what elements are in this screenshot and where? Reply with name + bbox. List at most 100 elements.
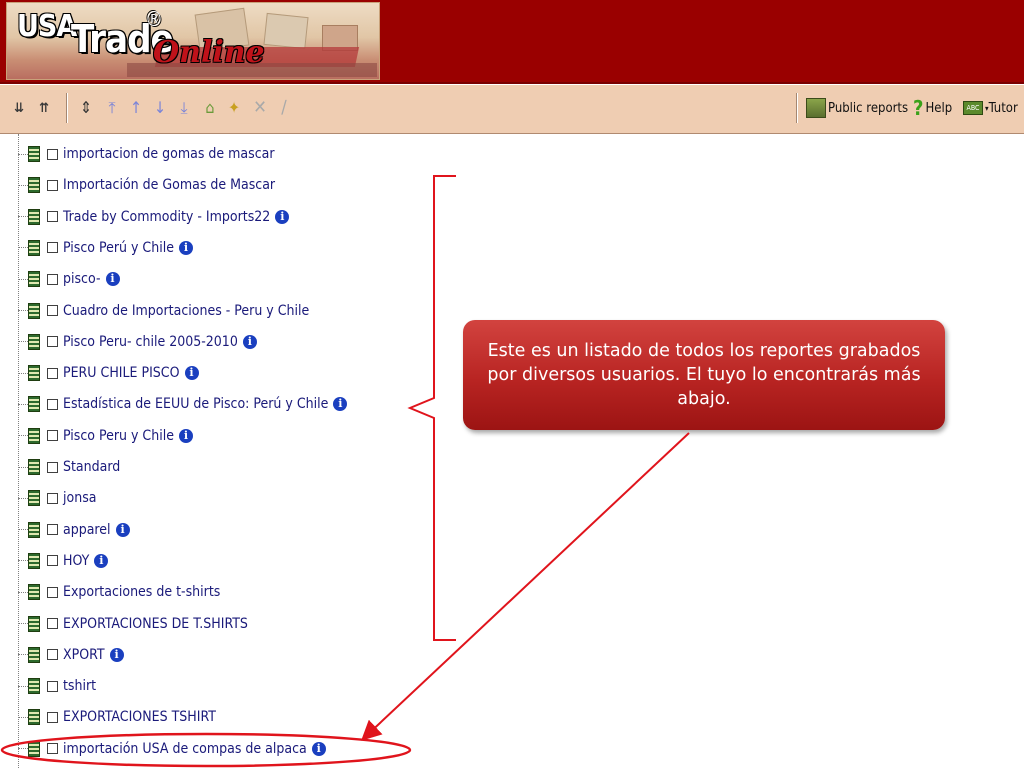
report-row[interactable]: jonsa bbox=[18, 488, 96, 508]
report-checkbox[interactable] bbox=[47, 618, 58, 629]
logo-online-text: Online bbox=[153, 35, 265, 70]
move-down-icon[interactable]: ↓ bbox=[150, 97, 170, 119]
report-row[interactable]: EXPORTACIONES TSHIRT bbox=[18, 707, 216, 727]
report-label[interactable]: apparel bbox=[63, 522, 111, 538]
report-label[interactable]: tshirt bbox=[63, 678, 96, 694]
report-label[interactable]: Cuadro de Importaciones - Peru y Chile bbox=[63, 303, 309, 319]
info-icon[interactable]: i bbox=[94, 553, 109, 568]
delete-icon[interactable]: ✕ bbox=[250, 97, 270, 119]
report-row[interactable]: XPORT i bbox=[18, 645, 124, 665]
report-label[interactable]: Exportaciones de t-shirts bbox=[63, 584, 220, 600]
report-checkbox[interactable] bbox=[47, 711, 58, 723]
report-checkbox[interactable] bbox=[47, 461, 58, 473]
report-label[interactable]: Standard bbox=[63, 459, 120, 475]
info-icon[interactable]: i bbox=[275, 209, 290, 224]
report-label[interactable]: EXPORTACIONES DE T.SHIRTS bbox=[63, 616, 248, 632]
info-icon[interactable]: i bbox=[115, 522, 130, 537]
report-label[interactable]: Estadística de EEUU de Pisco: Perú y Chi… bbox=[63, 396, 328, 412]
info-icon[interactable]: i bbox=[178, 428, 193, 443]
move-to-bottom-icon[interactable]: ⤓ bbox=[174, 97, 194, 119]
report-label[interactable]: Pisco Perú y Chile bbox=[63, 240, 174, 256]
move-to-top-icon[interactable]: ⤒ bbox=[102, 97, 122, 119]
collapse-all-icon[interactable]: ⇈ bbox=[34, 97, 54, 119]
tree-connector bbox=[18, 184, 28, 186]
tutorial-link[interactable]: ABC ▾ Tutor bbox=[963, 97, 1018, 119]
report-row[interactable]: importacion de gomas de mascar bbox=[18, 144, 275, 164]
report-label[interactable]: Pisco Peru- chile 2005-2010 bbox=[63, 334, 238, 350]
report-row[interactable]: tshirt bbox=[18, 676, 96, 696]
info-icon[interactable]: i bbox=[184, 366, 199, 381]
report-label[interactable]: importación USA de compas de alpaca bbox=[63, 741, 307, 757]
tree-connector bbox=[18, 435, 28, 437]
report-checkbox[interactable] bbox=[47, 305, 58, 316]
report-checkbox[interactable] bbox=[47, 242, 58, 254]
public-reports-link[interactable]: Public reports bbox=[806, 97, 908, 119]
report-icon bbox=[28, 490, 40, 507]
report-checkbox[interactable] bbox=[47, 398, 58, 410]
report-checkbox[interactable] bbox=[47, 367, 58, 379]
report-checkbox[interactable] bbox=[47, 555, 58, 567]
info-icon[interactable]: i bbox=[109, 647, 124, 662]
tree-connector bbox=[18, 560, 28, 562]
report-icon bbox=[28, 333, 40, 350]
report-label[interactable]: pisco- bbox=[63, 271, 101, 287]
report-row[interactable]: Exportaciones de t-shirts bbox=[18, 582, 220, 602]
report-row[interactable]: Standard bbox=[18, 457, 120, 477]
report-row[interactable]: importación USA de compas de alpaca i bbox=[18, 739, 326, 759]
report-label[interactable]: importacion de gomas de mascar bbox=[63, 146, 275, 162]
report-checkbox[interactable] bbox=[47, 211, 58, 223]
tree-connector bbox=[18, 153, 28, 155]
report-row[interactable]: EXPORTACIONES DE T.SHIRTS bbox=[18, 614, 248, 634]
info-icon[interactable]: i bbox=[311, 741, 326, 756]
report-checkbox[interactable] bbox=[47, 680, 58, 692]
report-checkbox[interactable] bbox=[47, 649, 58, 661]
report-row[interactable]: Importación de Gomas de Mascar bbox=[18, 175, 275, 195]
report-row[interactable]: Pisco Peru y Chile i bbox=[18, 426, 193, 446]
report-checkbox[interactable] bbox=[47, 336, 58, 348]
report-icon bbox=[28, 552, 40, 569]
help-link[interactable]: ? Help bbox=[913, 96, 952, 120]
report-label[interactable]: Importación de Gomas de Mascar bbox=[63, 177, 275, 193]
report-row[interactable]: pisco-i bbox=[18, 269, 120, 289]
report-row[interactable]: Trade by Commodity - Imports22 i bbox=[18, 207, 290, 227]
report-row[interactable]: Estadística de EEUU de Pisco: Perú y Chi… bbox=[18, 394, 348, 414]
tree-connector bbox=[18, 591, 28, 593]
report-row[interactable]: Pisco Perú y Chile i bbox=[18, 238, 193, 258]
report-row[interactable]: Cuadro de Importaciones - Peru y Chile bbox=[18, 301, 309, 321]
report-checkbox[interactable] bbox=[47, 273, 58, 285]
report-icon bbox=[28, 365, 40, 382]
report-row[interactable]: apparel i bbox=[18, 520, 130, 540]
report-checkbox[interactable] bbox=[47, 586, 58, 598]
report-checkbox[interactable] bbox=[47, 524, 58, 536]
report-label[interactable]: Pisco Peru y Chile bbox=[63, 428, 174, 444]
report-label[interactable]: EXPORTACIONES TSHIRT bbox=[63, 709, 216, 725]
report-label[interactable]: PERU CHILE PISCO bbox=[63, 365, 180, 381]
report-row[interactable]: Pisco Peru- chile 2005-2010 i bbox=[18, 332, 257, 352]
report-label[interactable]: Trade by Commodity - Imports22 bbox=[63, 209, 270, 225]
tree-connector bbox=[18, 403, 28, 405]
info-icon[interactable]: i bbox=[178, 240, 193, 255]
report-label[interactable]: jonsa bbox=[63, 490, 96, 506]
info-icon[interactable]: i bbox=[105, 272, 120, 287]
tree-connector bbox=[18, 341, 28, 343]
info-icon[interactable]: i bbox=[242, 334, 257, 349]
report-icon bbox=[28, 678, 40, 695]
report-checkbox[interactable] bbox=[47, 148, 58, 160]
report-label[interactable]: HOY bbox=[63, 553, 89, 569]
report-row[interactable]: HOY i bbox=[18, 551, 109, 571]
new-folder-icon[interactable]: ✦ bbox=[224, 97, 244, 119]
expand-all-icon[interactable]: ⇊ bbox=[9, 97, 29, 119]
report-checkbox[interactable] bbox=[47, 743, 58, 755]
move-up-icon[interactable]: ↑ bbox=[126, 97, 146, 119]
rename-pencil-icon[interactable]: ∕ bbox=[274, 97, 294, 119]
report-icon bbox=[28, 302, 40, 319]
report-checkbox[interactable] bbox=[47, 179, 58, 191]
move-icon[interactable]: ⇕ bbox=[76, 97, 96, 119]
report-label[interactable]: XPORT bbox=[63, 647, 105, 663]
usa-trade-online-logo[interactable]: USA Trade ® Online bbox=[6, 2, 380, 80]
report-row[interactable]: PERU CHILE PISCO i bbox=[18, 363, 199, 383]
report-checkbox[interactable] bbox=[47, 430, 58, 442]
report-checkbox[interactable] bbox=[47, 492, 58, 504]
info-icon[interactable]: i bbox=[333, 397, 348, 412]
save-report-icon[interactable]: ⌂ bbox=[200, 97, 220, 119]
